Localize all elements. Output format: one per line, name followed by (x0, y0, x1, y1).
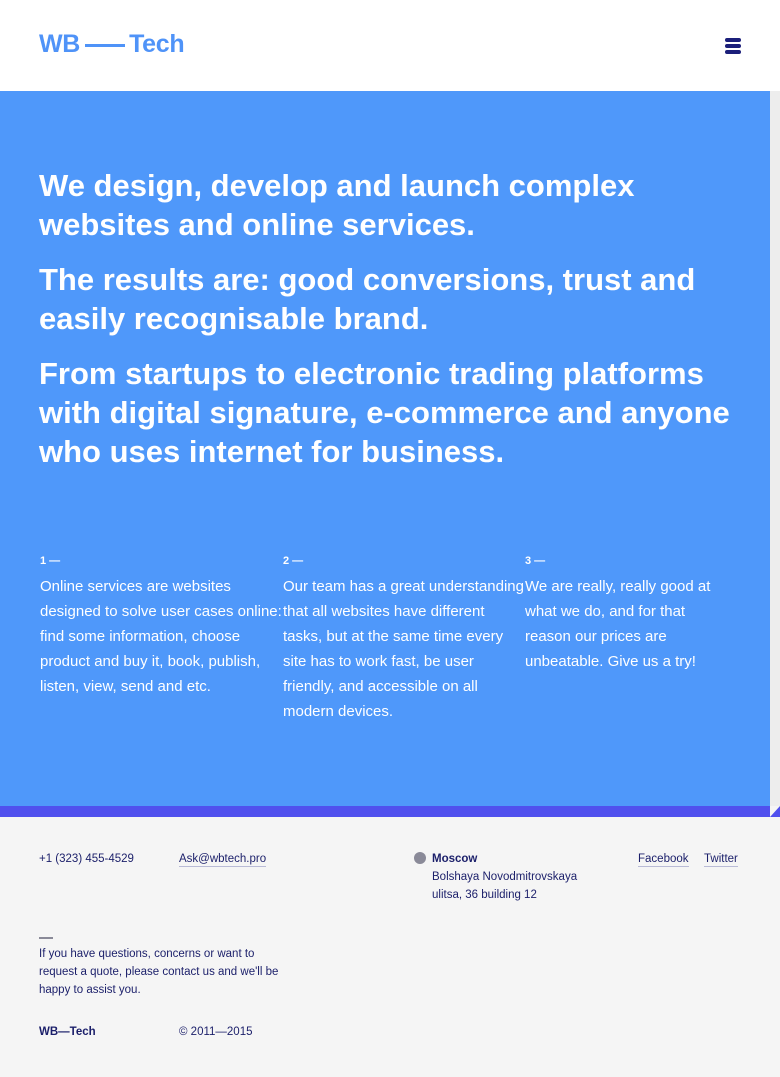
footer-divider (39, 937, 53, 939)
hero-text: We design, develop and launch complex we… (39, 166, 749, 487)
feature-column-1: 1 — Online services are websites designe… (40, 554, 283, 724)
feature-columns: 1 — Online services are websites designe… (40, 554, 760, 724)
office-address: Bolshaya Novodmitrovskaya ulitsa, 36 bui… (432, 871, 578, 901)
hero-paragraph-3: From startups to electronic trading plat… (39, 356, 730, 469)
site-footer: +1 (323) 455-4529 Ask@wbtech.pro Moscow … (0, 817, 780, 1077)
feature-number: 1 — (40, 555, 61, 567)
logo-right-text: Tech (129, 29, 185, 58)
facebook-link[interactable]: Facebook (638, 852, 689, 867)
footer-brand: WB—Tech (39, 1026, 96, 1038)
accent-band (0, 806, 780, 817)
site-logo[interactable]: WB Tech (39, 29, 185, 58)
feature-column-3: 3 — We are really, really good at what w… (525, 554, 725, 724)
office-city: Moscow (432, 853, 478, 865)
phone-number[interactable]: +1 (323) 455-4529 (39, 852, 134, 866)
hamburger-menu-icon[interactable] (725, 38, 741, 55)
copyright: © 2011—2015 (179, 1026, 253, 1038)
site-header: WB Tech (0, 0, 780, 91)
hero-paragraph-2: The results are: good conversions, trust… (39, 262, 696, 336)
band-corner (770, 806, 780, 817)
page-edge (770, 91, 780, 806)
feature-text: Our team has a great understanding that … (283, 578, 524, 720)
hero-section: We design, develop and launch complex we… (0, 91, 770, 806)
feature-number: 3 — (525, 555, 546, 567)
feature-number: 2 — (283, 555, 304, 567)
email-link[interactable]: Ask@wbtech.pro (179, 852, 267, 867)
logo-dash (85, 43, 126, 47)
feature-text: We are really, really good at what we do… (525, 578, 711, 670)
feature-text: Online services are websites designed to… (40, 578, 282, 695)
twitter-link[interactable]: Twitter (704, 852, 738, 867)
logo-left-text: WB (39, 29, 81, 58)
feature-column-2: 2 — Our team has a great understanding t… (283, 554, 525, 724)
contact-note: If you have questions, concerns or want … (39, 948, 279, 996)
location-dot-icon (414, 852, 426, 864)
hero-paragraph-1: We design, develop and launch complex we… (39, 168, 635, 242)
